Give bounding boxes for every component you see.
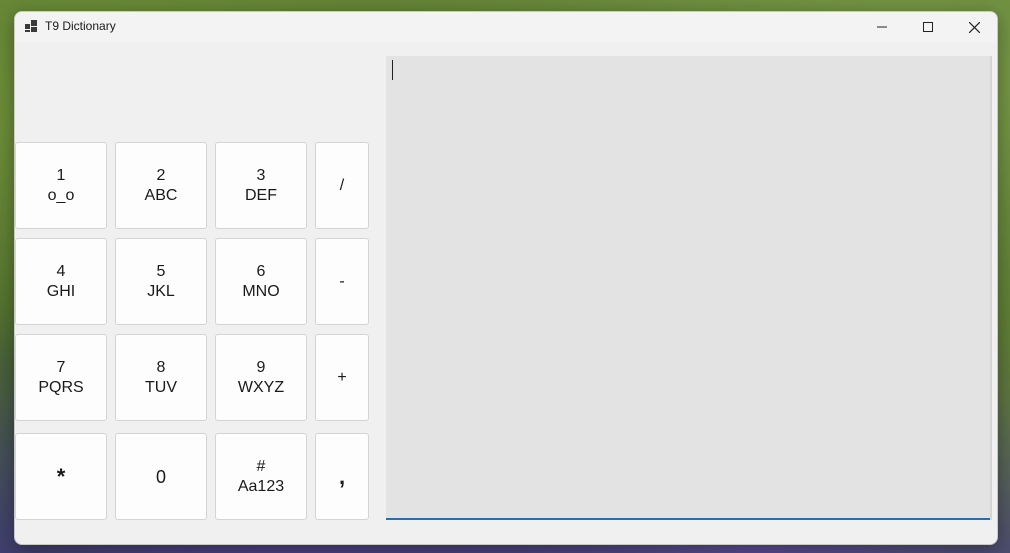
key-minus[interactable]: -	[315, 238, 369, 325]
key-plus-label: +	[337, 368, 347, 386]
text-output-area[interactable]	[386, 56, 990, 520]
key-comma[interactable]: ,	[315, 433, 369, 520]
key-slash[interactable]: /	[315, 142, 369, 229]
key-5[interactable]: 5 JKL	[115, 238, 207, 325]
key-star[interactable]: *	[15, 433, 107, 520]
key-minus-label: -	[339, 272, 345, 290]
key-8-digit: 8	[156, 358, 166, 376]
maximize-icon	[923, 22, 933, 32]
key-3-digit: 3	[256, 166, 266, 184]
key-4-digit: 4	[56, 262, 66, 280]
close-button[interactable]	[951, 12, 997, 42]
key-1-digit: 1	[56, 166, 66, 184]
key-plus[interactable]: +	[315, 334, 369, 421]
key-0[interactable]: 0	[115, 433, 207, 520]
key-6[interactable]: 6 MNO	[215, 238, 307, 325]
key-5-letters: JKL	[147, 282, 175, 300]
key-slash-label: /	[339, 176, 345, 194]
text-area-edge	[990, 56, 992, 520]
window-title: T9 Dictionary	[45, 19, 116, 33]
key-9-digit: 9	[256, 358, 266, 376]
key-hash-symbol: #	[256, 457, 266, 475]
app-window-icon	[25, 20, 37, 32]
minimize-icon	[877, 26, 887, 28]
key-9[interactable]: 9 WXYZ	[215, 334, 307, 421]
key-2-digit: 2	[156, 166, 166, 184]
key-comma-label: ,	[338, 463, 346, 489]
maximize-button[interactable]	[905, 12, 951, 42]
key-3-letters: DEF	[245, 186, 277, 204]
key-4-letters: GHI	[46, 282, 76, 300]
key-4[interactable]: 4 GHI	[15, 238, 107, 325]
key-0-label: 0	[155, 466, 166, 487]
key-9-letters: WXYZ	[237, 378, 285, 396]
key-6-letters: MNO	[242, 282, 280, 300]
key-hash-mode: Aa123	[237, 477, 285, 495]
key-8[interactable]: 8 TUV	[115, 334, 207, 421]
key-7-digit: 7	[56, 358, 66, 376]
key-7-letters: PQRS	[38, 378, 84, 396]
key-2[interactable]: 2 ABC	[115, 142, 207, 229]
key-3[interactable]: 3 DEF	[215, 142, 307, 229]
key-1-letters: o_o	[47, 186, 75, 204]
key-2-letters: ABC	[144, 186, 178, 204]
key-5-digit: 5	[156, 262, 166, 280]
key-6-digit: 6	[256, 262, 266, 280]
key-7[interactable]: 7 PQRS	[15, 334, 107, 421]
key-star-label: *	[56, 463, 66, 489]
close-icon	[968, 21, 980, 33]
app-window: T9 Dictionary 1 o_o 2 ABC 3 DEF / 4 GHI …	[14, 11, 998, 545]
minimize-button[interactable]	[859, 12, 905, 42]
text-caret	[392, 60, 393, 80]
title-bar[interactable]: T9 Dictionary	[15, 12, 997, 42]
key-1[interactable]: 1 o_o	[15, 142, 107, 229]
key-8-letters: TUV	[145, 378, 177, 396]
key-hash[interactable]: # Aa123	[215, 433, 307, 520]
